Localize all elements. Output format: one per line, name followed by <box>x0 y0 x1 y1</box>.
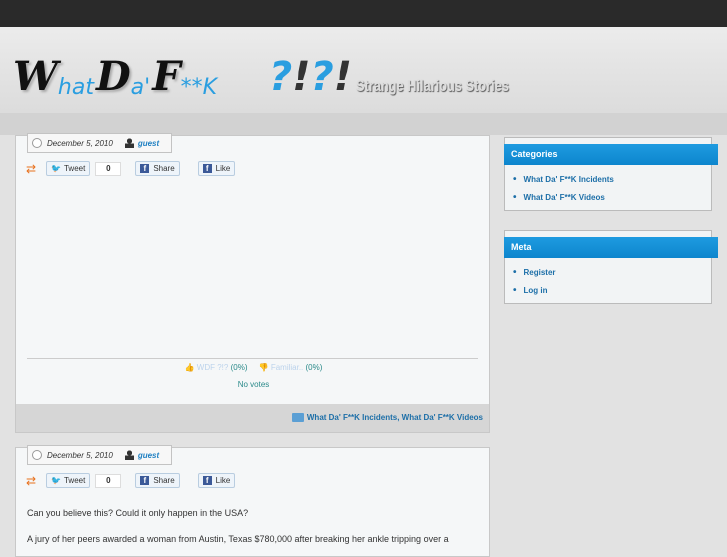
post: December 5, 2010 guest ⇄ 🐦 Tweet 0 f Share… <box>15 133 490 433</box>
meta-widget: Meta Register Log in <box>504 230 718 304</box>
post-paragraph: Can you believe this? Could it only happ… <box>27 508 249 518</box>
divider <box>27 358 478 359</box>
tweet-button[interactable]: 🐦 Tweet <box>46 161 91 176</box>
user-icon <box>124 450 134 460</box>
post-date: December 5, 2010 <box>47 138 113 148</box>
twitter-icon: 🐦 <box>51 476 61 485</box>
retweet-icon: ⇄ <box>26 473 37 488</box>
facebook-like-button[interactable]: f Like <box>197 161 236 176</box>
login-link[interactable]: Log in <box>513 285 556 296</box>
register-link[interactable]: Register <box>513 267 556 278</box>
site-tagline: Strange Hilarious Stories <box>355 78 509 95</box>
widget-title: Categories <box>504 144 718 165</box>
clock-icon <box>32 450 42 460</box>
twitter-icon: 🐦 <box>51 164 61 173</box>
thumbs-down-icon[interactable]: 👎 <box>259 363 269 372</box>
facebook-like-button[interactable]: f Like <box>197 473 236 488</box>
post-date: December 5, 2010 <box>47 450 113 460</box>
facebook-share-button[interactable]: f Share <box>135 473 180 488</box>
facebook-share-button[interactable]: f Share <box>135 161 180 176</box>
retweet-icon: ⇄ <box>26 161 37 176</box>
facebook-icon: f <box>202 476 212 485</box>
post: December 5, 2010 guest ⇄ 🐦 Tweet 0 f Share… <box>15 445 490 557</box>
post-meta: December 5, 2010 guest <box>27 445 172 465</box>
category-link[interactable]: What Da' F**K Videos <box>513 192 614 203</box>
vote-down-link[interactable]: Familiar.. <box>271 363 303 372</box>
top-bar <box>0 0 727 27</box>
post-author[interactable]: guest <box>138 451 159 460</box>
facebook-icon: f <box>140 476 150 485</box>
widget-title: Meta <box>504 237 718 258</box>
categories-widget: Categories What Da' F**K Incidents What … <box>504 137 718 211</box>
header-band <box>0 113 727 135</box>
user-icon <box>124 138 134 148</box>
vote-status: No votes <box>237 380 270 389</box>
post-author[interactable]: guest <box>138 139 159 148</box>
site-logo[interactable]: What Da' F **K ?!?! Strange Hilarious Stori… <box>13 50 547 100</box>
thumbs-up-icon[interactable]: 👍 <box>185 363 195 372</box>
facebook-icon: f <box>140 164 150 173</box>
post-meta: December 5, 2010 guest <box>27 133 172 153</box>
post-paragraph: A jury of her peers awarded a woman from… <box>27 534 449 544</box>
tweet-count: 0 <box>95 161 122 176</box>
tweet-count: 0 <box>95 473 122 488</box>
facebook-icon: f <box>202 164 212 173</box>
post-footer: What Da' F**K Incidents, What Da' F**K V… <box>16 404 489 432</box>
post-categories[interactable]: What Da' F**K Incidents, What Da' F**K V… <box>307 413 483 422</box>
clock-icon <box>32 138 42 148</box>
category-link[interactable]: What Da' F**K Incidents <box>513 174 614 185</box>
vote-bar: 👍 WDF ?!? (0%) 👎 Familiar.. (0%) <box>184 363 323 372</box>
tweet-button[interactable]: 🐦 Tweet <box>46 473 91 488</box>
vote-up-link[interactable]: WDF ?!? <box>197 363 229 372</box>
share-bar: ⇄ 🐦 Tweet 0 f Share f Like <box>26 473 236 488</box>
share-bar: ⇄ 🐦 Tweet 0 f Share f Like <box>26 161 236 176</box>
folder-icon <box>291 413 304 423</box>
